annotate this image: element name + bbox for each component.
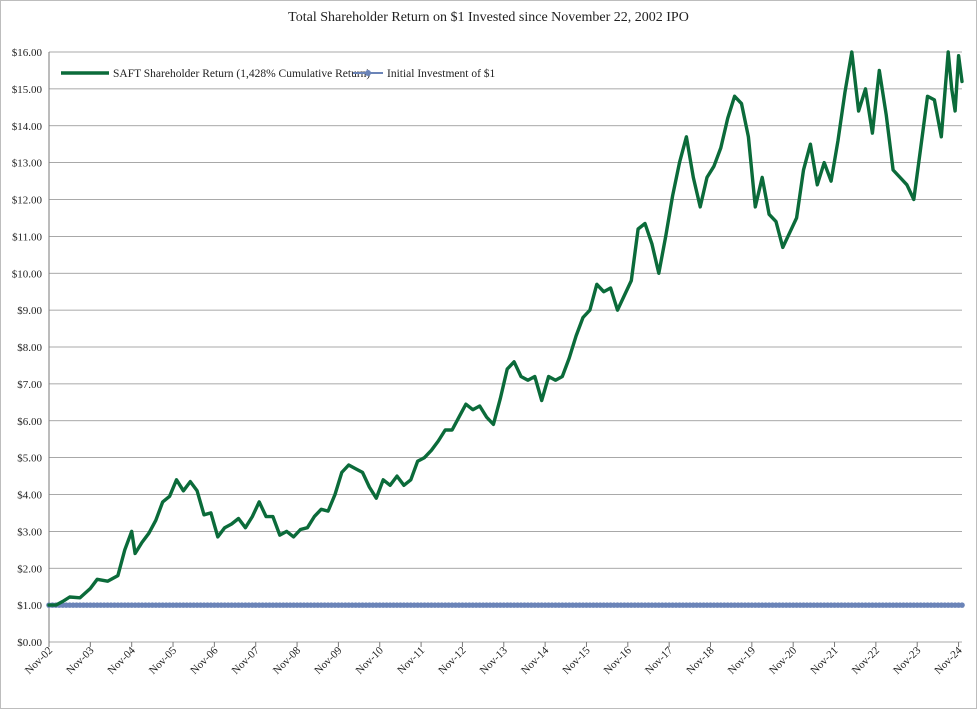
x-tick-label: Nov-24 [932, 644, 965, 677]
x-tick-label: Nov-04 [106, 644, 139, 677]
y-tick-label: $14.00 [12, 121, 43, 133]
x-tick-label: Nov-21 [808, 645, 840, 677]
x-tick-label: Nov-13 [478, 644, 511, 677]
x-tick-label: Nov-06 [188, 644, 221, 677]
y-tick-label: $15.00 [12, 84, 43, 96]
initial-investment-marker [959, 602, 965, 608]
x-axis-tick-labels: Nov-02 Nov-03 Nov-04 Nov-05 Nov-06 Nov-07 Nov-… [23, 644, 965, 677]
y-tick-label: $12.00 [12, 195, 43, 207]
x-tick-label: Nov-03 [64, 644, 97, 677]
chart-svg: $0.00 $1.00 $2.00 $3.00 $4.00 $5.00 $6.00 $7.00… [12, 47, 965, 677]
legend-label-saft: SAFT Shareholder Return (1,428% Cumulati… [113, 68, 370, 80]
legend: SAFT Shareholder Return (1,428% Cumulati… [61, 67, 496, 80]
x-tick-label: Nov-17 [643, 644, 676, 677]
x-tick-label: Nov-20 [767, 644, 800, 677]
x-tick-label: Nov-18 [684, 644, 717, 677]
x-tick-label: Nov-16 [602, 644, 635, 677]
x-tick-label: Nov-07 [230, 644, 263, 677]
y-tick-label: $1.00 [17, 600, 42, 612]
x-tick-label: Nov-10 [354, 644, 387, 677]
x-tick-label: Nov-14 [519, 644, 552, 677]
series-layer [46, 50, 965, 608]
x-tick-label: Nov-19 [726, 644, 759, 677]
y-tick-label: $4.00 [17, 490, 42, 502]
y-tick-label: $10.00 [12, 268, 43, 280]
x-tick-label: Nov-15 [560, 644, 593, 677]
y-tick-label: $6.00 [17, 416, 42, 428]
y-tick-label: $16.00 [12, 47, 43, 59]
y-tick-label: $3.00 [17, 526, 42, 538]
y-tick-label: $11.00 [12, 231, 42, 243]
y-axis-tick-labels: $0.00 $1.00 $2.00 $3.00 $4.00 $5.00 $6.00 $7.00… [12, 47, 43, 649]
grid-layer [48, 51, 962, 647]
chart-frame: Total Shareholder Return on $1 Invested … [0, 0, 977, 709]
legend-label-initial: Initial Investment of $1 [387, 67, 496, 80]
y-tick-label: $9.00 [17, 305, 42, 317]
y-tick-label: $7.00 [17, 379, 42, 391]
x-tick-label: Nov-09 [312, 644, 345, 677]
y-tick-label: $8.00 [17, 342, 42, 354]
y-tick-label: $2.00 [17, 563, 42, 575]
saft-return-line [47, 50, 964, 607]
y-tick-label: $13.00 [12, 158, 43, 170]
x-tick-label: Nov-11 [395, 645, 427, 677]
x-tick-label: Nov-02 [23, 645, 55, 677]
y-tick-label: $0.00 [17, 637, 42, 649]
x-tick-label: Nov-05 [147, 644, 180, 677]
x-tick-label: Nov-08 [271, 644, 304, 677]
legend-swatch-initial-marker [365, 70, 371, 76]
x-tick-label: Nov-12 [436, 645, 468, 677]
x-tick-label: Nov-23 [891, 644, 924, 677]
x-tick-label: Nov-22 [850, 645, 882, 677]
y-tick-label: $5.00 [17, 453, 42, 465]
